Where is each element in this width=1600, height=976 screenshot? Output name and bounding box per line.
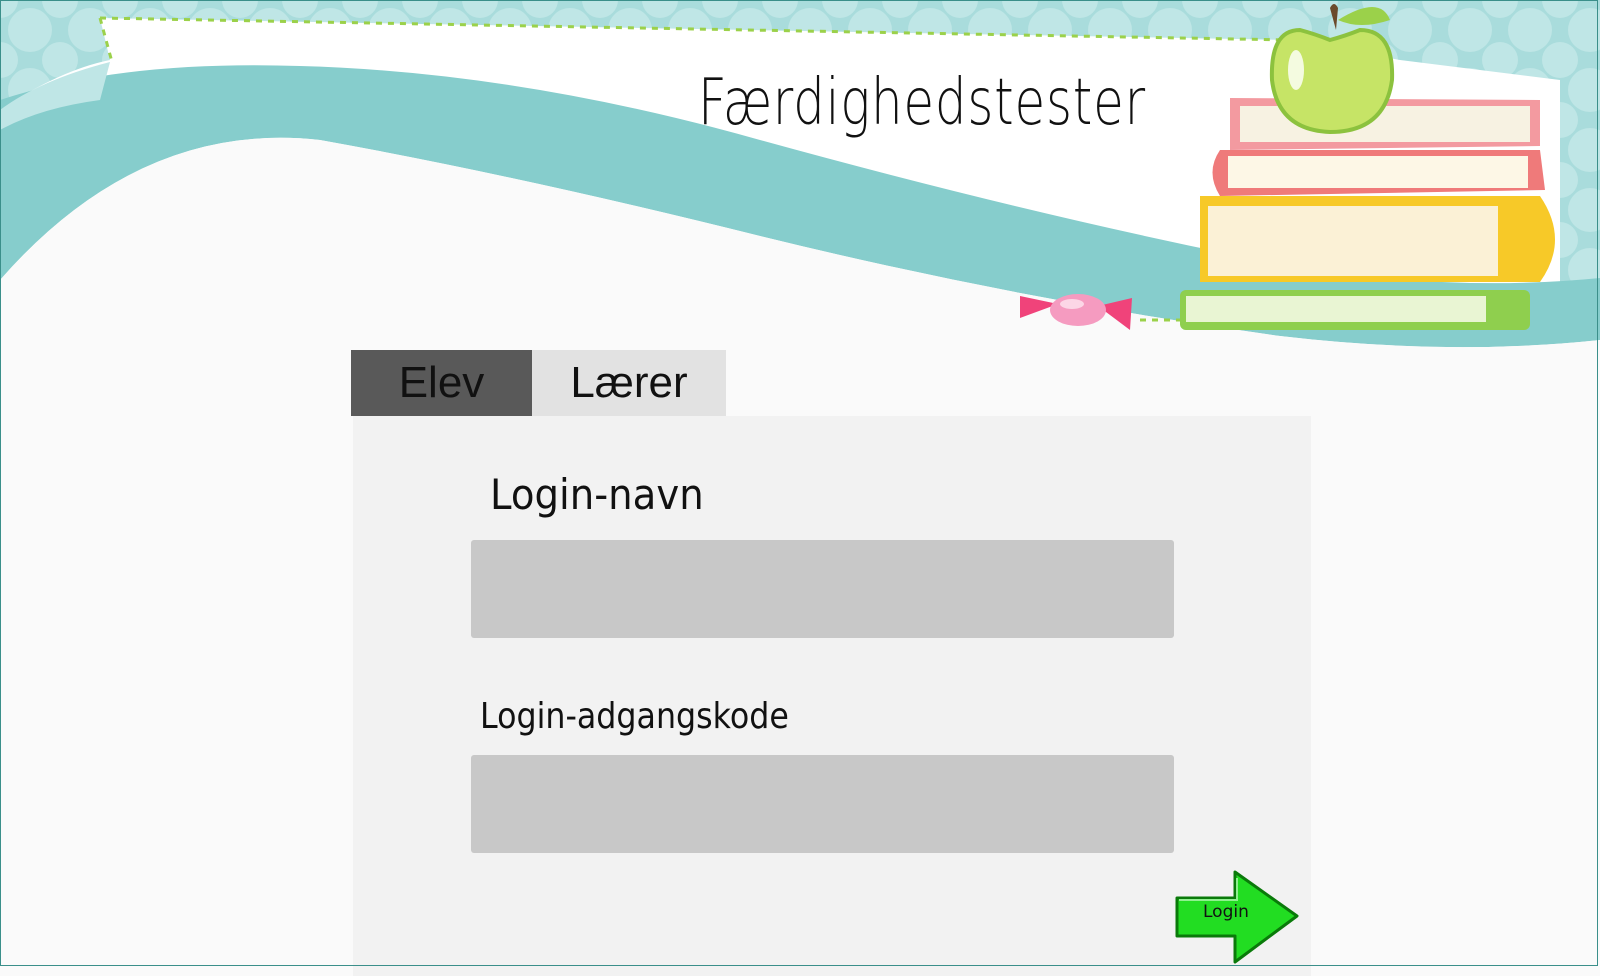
role-tabs: Elev Lærer <box>351 350 726 416</box>
login-panel: Login-navn Login-adgangskode Login <box>353 416 1311 976</box>
app-title: Færdighedstester <box>698 66 1146 140</box>
login-label: Login <box>1203 902 1249 922</box>
header-banner <box>0 0 1600 360</box>
tab-laerer[interactable]: Lærer <box>532 350 726 416</box>
username-label: Login-navn <box>490 470 704 519</box>
tab-elev[interactable]: Elev <box>351 350 532 416</box>
books-icon <box>1180 98 1555 330</box>
login-button[interactable]: Login <box>1173 870 1301 964</box>
password-label: Login-adgangskode <box>480 696 789 737</box>
username-input[interactable] <box>471 540 1174 638</box>
password-input[interactable] <box>471 755 1174 853</box>
